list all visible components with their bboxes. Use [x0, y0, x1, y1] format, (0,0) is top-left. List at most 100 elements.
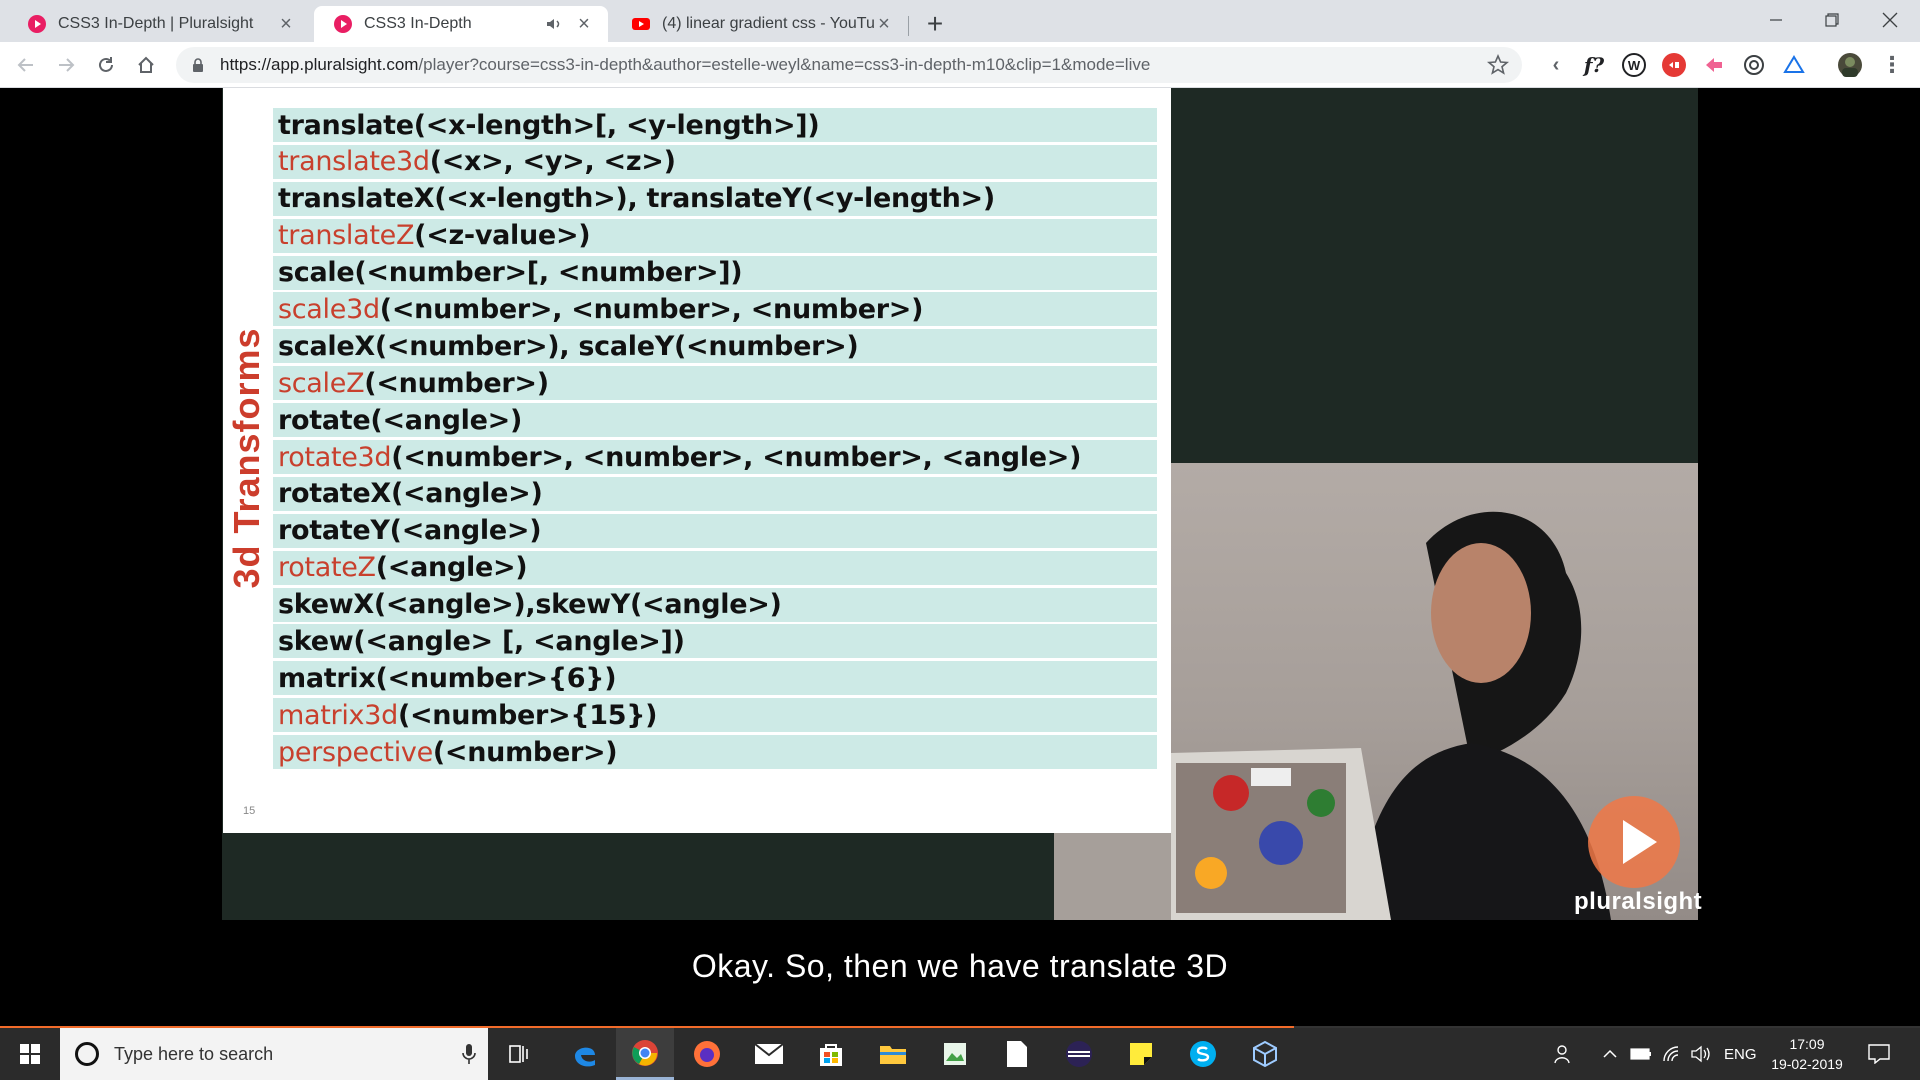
close-window-button[interactable]	[1862, 0, 1918, 40]
task-view-icon	[509, 1045, 528, 1063]
pluralsight-icon	[334, 15, 352, 33]
chevron-up-icon	[1603, 1049, 1617, 1058]
video-player[interactable]: 3d Transforms translate (<x-length>[, <y-…	[0, 88, 1920, 1029]
home-icon	[138, 56, 154, 73]
tab-pluralsight-course[interactable]: CSS3 In-Depth | Pluralsight ×	[8, 6, 310, 42]
taskbar-firefox[interactable]	[678, 1028, 736, 1080]
transform-function-row: rotateY (<angle>)	[273, 513, 1157, 548]
transform-function-row: rotate3d (<number>, <number>, <number>, <…	[273, 440, 1157, 475]
tray-overflow-button[interactable]	[1602, 1044, 1618, 1064]
speaker-video-bottom	[1054, 833, 1171, 920]
home-button[interactable]	[130, 49, 162, 81]
action-center-button[interactable]	[1868, 1044, 1890, 1064]
input-language[interactable]: ENG	[1724, 1044, 1757, 1064]
transform-function-row: scaleZ (<number>)	[273, 366, 1157, 401]
avatar[interactable]	[1838, 53, 1862, 77]
close-icon[interactable]: ×	[276, 13, 296, 35]
close-icon[interactable]: ×	[574, 13, 594, 35]
function-arguments: (<z-value>)	[414, 220, 591, 252]
tab-youtube[interactable]: (4) linear gradient css - YouTube ×	[612, 6, 908, 42]
function-name: skew	[278, 625, 354, 657]
extension-red-icon[interactable]	[1662, 53, 1686, 77]
taskbar-blank-document[interactable]	[988, 1028, 1046, 1080]
transform-function-row: scaleX (<number>), scaleY(<number>)	[273, 329, 1157, 364]
function-arguments: (<number>[, <number>])	[354, 257, 743, 289]
pluralsight-icon	[28, 15, 46, 33]
transform-function-row: perspective (<number>)	[273, 735, 1157, 770]
taskbar-app-image[interactable]	[926, 1028, 984, 1080]
sticky-note-icon	[1130, 1043, 1152, 1065]
back-button[interactable]	[10, 49, 42, 81]
transform-function-row: matrix3d (<number>{15})	[273, 698, 1157, 733]
extension-fact-check[interactable]: f?	[1582, 53, 1606, 77]
chevron-left-icon[interactable]: ‹	[1544, 53, 1568, 77]
start-button[interactable]	[0, 1028, 60, 1080]
reload-button[interactable]	[90, 49, 122, 81]
function-arguments: (<number>, <number>, <number>, <angle>)	[391, 441, 1082, 473]
slide-title-text: 3d Transforms	[226, 327, 267, 589]
taskbar-store[interactable]	[802, 1028, 860, 1080]
extension-spiral-icon[interactable]	[1742, 53, 1766, 77]
system-clock[interactable]: 17:09 19-02-2019	[1762, 1034, 1852, 1074]
firefox-icon	[694, 1041, 720, 1067]
extension-arrow-icon[interactable]	[1702, 53, 1726, 77]
function-arguments: (<number>)	[364, 367, 549, 399]
transform-function-row: scale (<number>[, <number>])	[273, 255, 1157, 290]
function-arguments: (<angle>)	[389, 515, 542, 547]
url-path: /player?course=css3-in-depth&author=este…	[418, 55, 1151, 74]
store-bag-icon	[820, 1044, 842, 1066]
people-icon	[1554, 1045, 1570, 1064]
function-name: translate	[278, 109, 414, 141]
skype-icon	[1190, 1041, 1216, 1067]
close-icon	[1882, 12, 1898, 28]
network-status[interactable]	[1662, 1044, 1682, 1064]
task-view-button[interactable]	[490, 1028, 548, 1080]
play-button[interactable]	[1588, 796, 1680, 888]
volume-control[interactable]	[1690, 1044, 1712, 1064]
taskbar-eclipse[interactable]	[1050, 1028, 1108, 1080]
youtube-icon	[632, 18, 650, 30]
wifi-icon	[1663, 1046, 1679, 1062]
transform-function-row: skewX (<angle>),skewY(<angle>)	[273, 587, 1157, 622]
tab-css3-in-depth[interactable]: CSS3 In-Depth ×	[314, 6, 608, 42]
mail-icon	[754, 1043, 784, 1064]
close-icon[interactable]: ×	[874, 13, 894, 35]
transform-function-row: rotateZ (<angle>)	[273, 550, 1157, 585]
pluralsight-watermark: pluralsight	[1574, 888, 1703, 915]
forward-button[interactable]	[50, 49, 82, 81]
clock-time: 17:09	[1789, 1036, 1825, 1052]
taskbar-file-explorer[interactable]	[864, 1028, 922, 1080]
speaker-icon[interactable]	[544, 14, 564, 34]
tab-title: CSS3 In-Depth | Pluralsight	[58, 15, 254, 32]
transform-function-row: translateX (<x-length>), translateY(<y-le…	[273, 181, 1157, 216]
taskbar-virtualbox[interactable]	[1236, 1028, 1294, 1080]
function-name: rotateY	[278, 515, 390, 547]
new-tab-button[interactable]: +	[919, 8, 951, 40]
people-button[interactable]	[1554, 1044, 1574, 1064]
document-icon	[1007, 1041, 1027, 1067]
taskbar-chrome[interactable]	[616, 1028, 674, 1080]
menu-kebab-icon[interactable]: ⋮	[1880, 52, 1904, 77]
function-arguments: (<angle> [, <angle>])	[353, 625, 685, 657]
taskbar-search[interactable]: Type here to search	[60, 1028, 488, 1080]
taskbar-edge[interactable]	[556, 1028, 614, 1080]
extension-drive-icon[interactable]	[1782, 53, 1806, 77]
function-name: matrix3d	[278, 699, 398, 731]
restore-button[interactable]	[1804, 0, 1860, 40]
taskbar-skype[interactable]	[1174, 1028, 1232, 1080]
address-bar[interactable]: https://app.pluralsight.com/player?cours…	[176, 47, 1522, 83]
bookmark-star-icon[interactable]	[1486, 53, 1510, 77]
microphone-icon[interactable]	[462, 1043, 476, 1065]
function-name: scaleZ	[278, 367, 365, 399]
transform-function-row: translateZ (<z-value>)	[273, 218, 1157, 253]
tab-title: CSS3 In-Depth	[364, 15, 472, 32]
function-arguments: (<x-length>[, <y-length>])	[413, 109, 820, 141]
taskbar-sticky-notes[interactable]	[1112, 1028, 1170, 1080]
battery-status[interactable]	[1630, 1044, 1652, 1064]
extension-wikipedia[interactable]: W	[1622, 53, 1646, 77]
taskbar-mail[interactable]	[740, 1028, 798, 1080]
function-arguments: (<angle>)	[390, 478, 543, 510]
function-name: skewX	[278, 589, 374, 621]
transform-function-row: rotate (<angle>)	[273, 403, 1157, 438]
minimize-button[interactable]	[1748, 0, 1804, 40]
